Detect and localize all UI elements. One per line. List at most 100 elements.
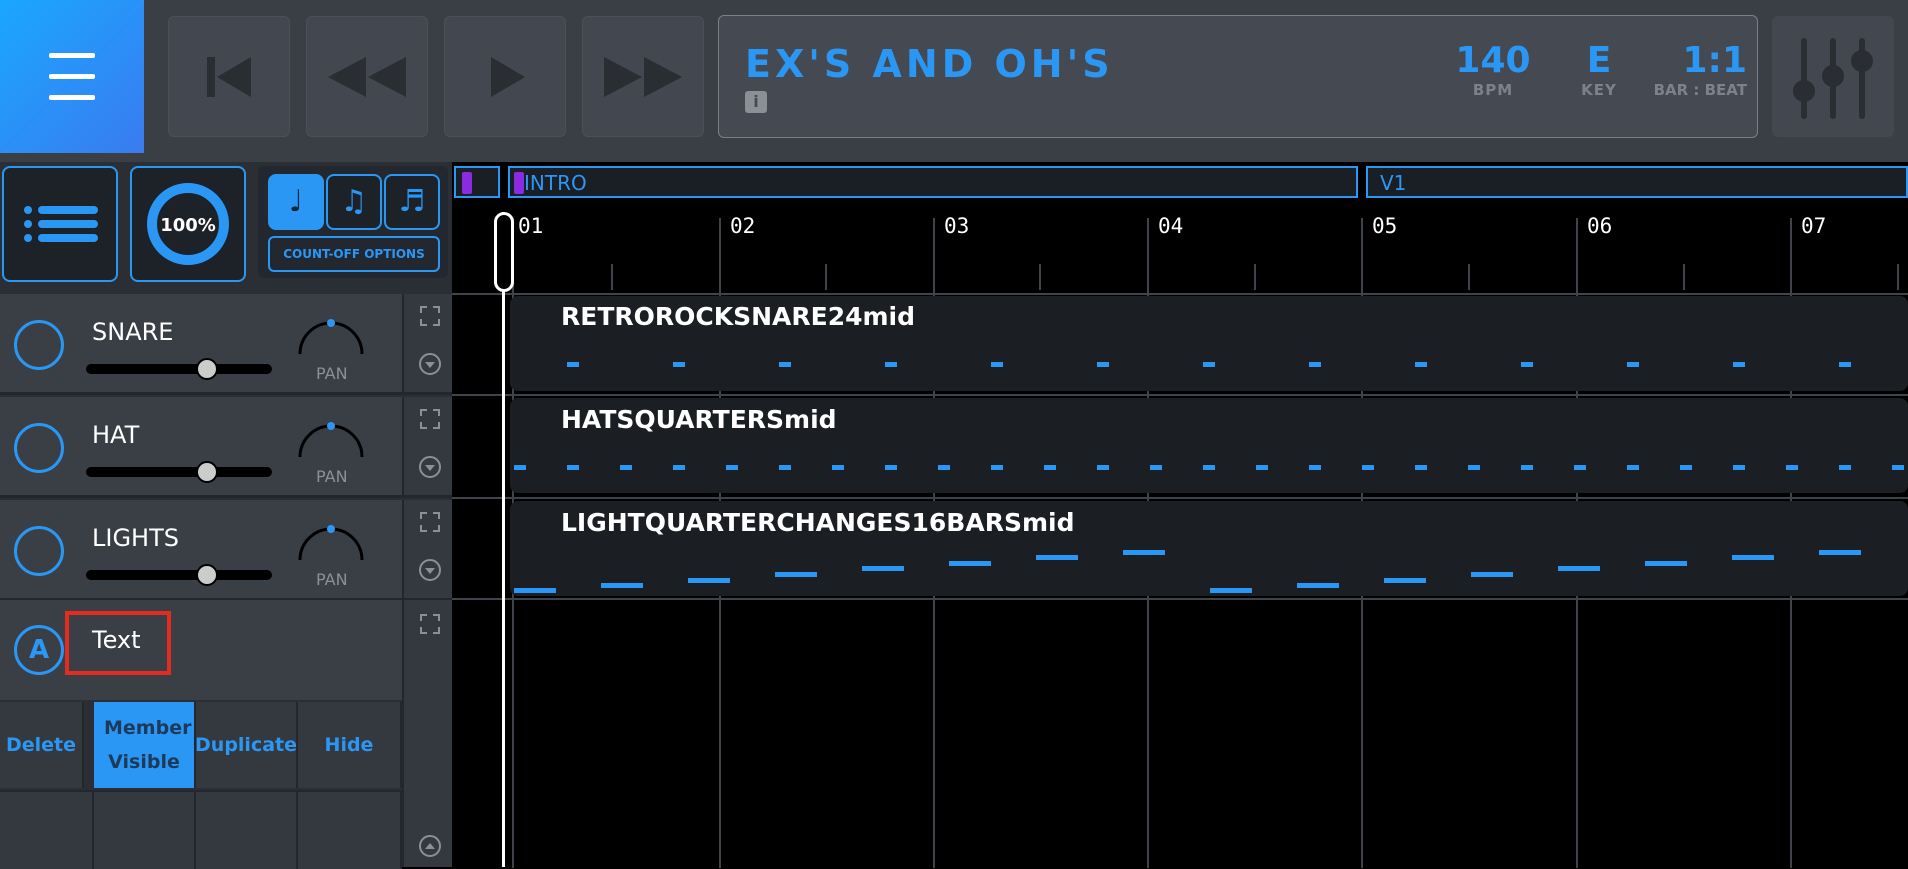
- position-value: 1:1: [1682, 40, 1748, 81]
- bar-number: 06: [1587, 214, 1613, 238]
- midi-note: [673, 362, 685, 367]
- midi-note: [1839, 465, 1851, 470]
- text-track-name[interactable]: Text: [92, 626, 141, 654]
- volume-slider[interactable]: [86, 467, 272, 477]
- hide-button[interactable]: Hide: [298, 702, 402, 788]
- section-intro[interactable]: INTRO: [508, 166, 1358, 198]
- expand-icon[interactable]: [418, 510, 442, 534]
- midi-icon: [14, 423, 64, 473]
- beat-tick: [1897, 264, 1899, 290]
- volume-slider[interactable]: [86, 570, 272, 580]
- tempo-button[interactable]: 100%: [130, 166, 246, 282]
- duplicate-button[interactable]: Duplicate: [195, 702, 298, 788]
- playhead-handle[interactable]: [494, 212, 514, 292]
- quarter-note-icon: ♩: [288, 184, 304, 219]
- midi-note: [688, 578, 730, 583]
- track-hat[interactable]: HAT PAN: [0, 397, 454, 498]
- expand-icon[interactable]: [418, 612, 442, 636]
- midi-note: [567, 465, 579, 470]
- midi-note: [514, 588, 556, 593]
- midi-note: [1468, 465, 1480, 470]
- midi-note: [1839, 362, 1851, 367]
- delete-button[interactable]: Delete: [0, 702, 84, 788]
- skip-to-start-button[interactable]: [168, 16, 290, 137]
- fast-forward-button[interactable]: [582, 16, 704, 137]
- quarter-note-button[interactable]: ♩: [268, 174, 324, 230]
- key-label: KEY: [1581, 81, 1617, 99]
- midi-note: [1680, 465, 1692, 470]
- midi-note: [1123, 550, 1165, 555]
- midi-icon: [14, 526, 64, 576]
- beat-tick: [611, 264, 613, 290]
- midi-note: [1309, 465, 1321, 470]
- bar-number: 05: [1372, 214, 1398, 238]
- midi-note: [1210, 588, 1252, 593]
- playhead[interactable]: [502, 212, 505, 867]
- sixteenth-note-button[interactable]: ♬: [384, 174, 440, 230]
- expand-icon[interactable]: [418, 407, 442, 431]
- row-divider: [452, 497, 1908, 499]
- tempo-ring-icon: 100%: [147, 183, 229, 265]
- position-display: 1:1 BAR : BEAT: [1631, 40, 1747, 99]
- beat-tick: [1468, 264, 1470, 290]
- text-track-icon: A: [14, 625, 64, 675]
- volume-slider[interactable]: [86, 364, 272, 374]
- midi-note: [1733, 465, 1745, 470]
- count-off-panel: ♩ ♫ ♬ COUNT-OFF OPTIONS: [258, 166, 448, 278]
- row-divider: [452, 598, 1908, 600]
- section-v1[interactable]: V1: [1366, 166, 1908, 198]
- midi-note: [862, 566, 904, 571]
- expand-icon[interactable]: [418, 304, 442, 328]
- clip-name: LIGHTQUARTERCHANGES16BARSmid: [561, 508, 1075, 537]
- track-list-button[interactable]: [2, 166, 118, 282]
- midi-note: [567, 362, 579, 367]
- midi-note: [885, 465, 897, 470]
- track-lights[interactable]: LIGHTS PAN: [0, 500, 454, 601]
- volume-knob[interactable]: [196, 461, 218, 483]
- volume-knob[interactable]: [196, 564, 218, 586]
- chevron-down-icon[interactable]: [418, 352, 442, 376]
- beat-tick: [1039, 264, 1041, 290]
- midi-note: [1097, 465, 1109, 470]
- count-off-options-button[interactable]: COUNT-OFF OPTIONS: [268, 236, 440, 272]
- bar-number: 03: [944, 214, 970, 238]
- skip-start-icon: [207, 56, 251, 97]
- member-visible-button[interactable]: Member Visible: [94, 702, 196, 788]
- eighth-note-button[interactable]: ♫: [326, 174, 382, 230]
- song-info-panel[interactable]: EX'S AND OH'S i 140 BPM E KEY 1:1 BAR : …: [718, 15, 1758, 138]
- rewind-button[interactable]: [306, 16, 428, 137]
- marker-flag-icon: [462, 172, 472, 194]
- midi-note: [1892, 465, 1904, 470]
- bar-number: 07: [1801, 214, 1827, 238]
- midi-note: [1150, 465, 1162, 470]
- chevron-up-icon[interactable]: [418, 834, 442, 858]
- midi-note: [949, 561, 991, 566]
- info-icon[interactable]: i: [745, 91, 767, 113]
- midi-note: [620, 465, 632, 470]
- volume-knob[interactable]: [196, 358, 218, 380]
- section-marker-start[interactable]: [454, 166, 500, 198]
- track-snare[interactable]: SNARE PAN: [0, 294, 454, 395]
- clip-name: RETROROCKSNARE24mid: [561, 302, 916, 331]
- track-name: LIGHTS: [92, 524, 179, 552]
- track-side-controls: [402, 500, 454, 598]
- track-side-controls: [402, 294, 454, 392]
- chevron-down-icon[interactable]: [418, 558, 442, 582]
- midi-note: [775, 572, 817, 577]
- midi-icon: [14, 320, 64, 370]
- menu-button[interactable]: [0, 0, 144, 153]
- play-icon: [491, 56, 525, 97]
- midi-note: [1297, 583, 1339, 588]
- midi-note: [1203, 465, 1215, 470]
- track-name: HAT: [92, 421, 140, 449]
- bar-number: 04: [1158, 214, 1184, 238]
- midi-note: [991, 465, 1003, 470]
- midi-note: [885, 362, 897, 367]
- chevron-down-icon[interactable]: [418, 455, 442, 479]
- pan-label: PAN: [316, 467, 348, 486]
- bpm-value: 140: [1455, 40, 1531, 81]
- midi-note: [1645, 561, 1687, 566]
- mixer-button[interactable]: [1772, 16, 1894, 137]
- song-title: EX'S AND OH'S: [745, 42, 1114, 86]
- play-button[interactable]: [444, 16, 566, 137]
